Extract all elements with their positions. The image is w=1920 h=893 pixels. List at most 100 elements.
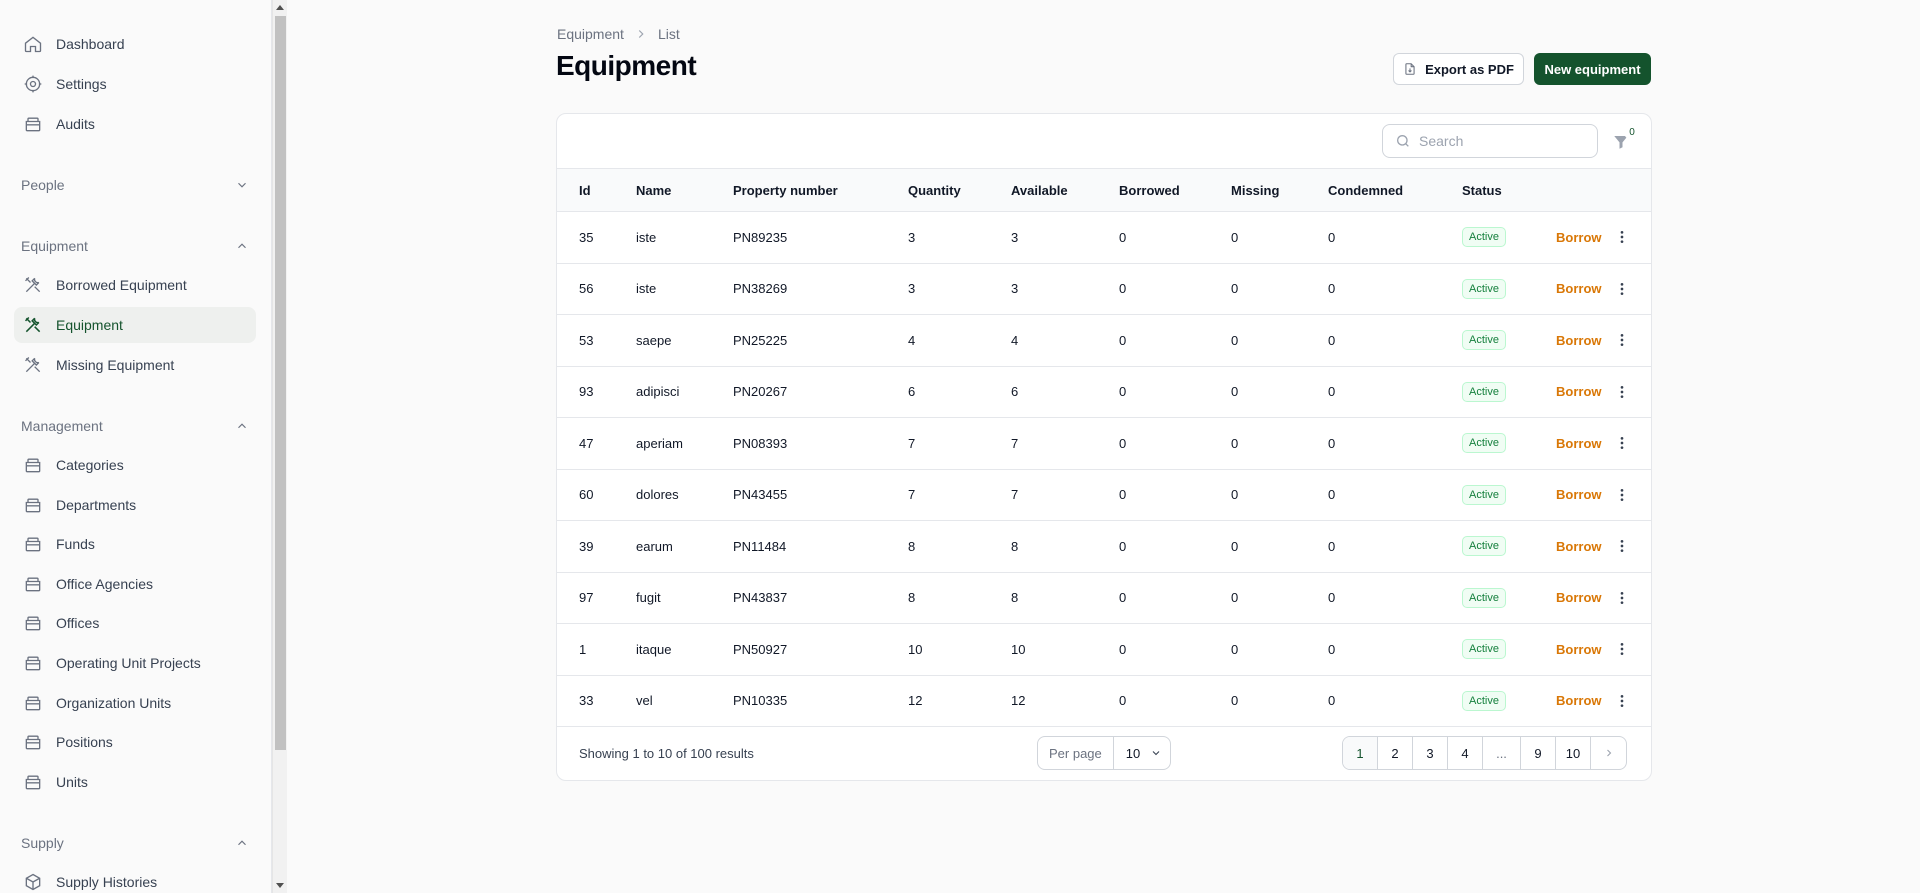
box-icon: [22, 771, 44, 793]
more-options-icon[interactable]: [1614, 281, 1630, 297]
sidebar-item-categories[interactable]: Categories: [14, 447, 256, 483]
sidebar-item-borrowed-equipment[interactable]: Borrowed Equipment: [14, 267, 256, 303]
filter-button[interactable]: 0: [1610, 124, 1640, 158]
borrow-button[interactable]: Borrow: [1556, 590, 1602, 605]
sidebar-item-label: Units: [56, 774, 88, 790]
row-actions: Borrow: [1556, 332, 1651, 348]
borrow-button[interactable]: Borrow: [1556, 539, 1602, 554]
cell-property-number: PN10335: [733, 675, 908, 727]
sidebar-item-offices[interactable]: Offices: [14, 605, 256, 641]
column-header-name[interactable]: Name: [636, 168, 733, 212]
more-options-icon[interactable]: [1614, 332, 1630, 348]
sidebar-group-people[interactable]: People: [21, 173, 249, 197]
more-options-icon[interactable]: [1614, 435, 1630, 451]
column-header-id[interactable]: Id: [557, 168, 636, 212]
table-row[interactable]: 53 saepe PN25225 4 4 0 0 0 Active Borrow: [557, 314, 1651, 367]
sidebar-item-supply-histories[interactable]: Supply Histories: [14, 864, 256, 893]
table-row[interactable]: 47 aperiam PN08393 7 7 0 0 0 Active Borrow: [557, 417, 1651, 470]
status-badge: Active: [1462, 639, 1506, 660]
column-header-missing[interactable]: Missing: [1231, 168, 1328, 212]
more-options-icon[interactable]: [1614, 487, 1630, 503]
table-footer: Showing 1 to 10 of 100 results Per page …: [557, 727, 1651, 781]
tools-icon: [22, 314, 44, 336]
per-page-dropdown[interactable]: 10: [1114, 737, 1162, 769]
more-options-icon[interactable]: [1614, 641, 1630, 657]
cell-missing: 0: [1231, 314, 1328, 367]
page-button-2[interactable]: 2: [1378, 737, 1413, 769]
sidebar-item-missing-equipment[interactable]: Missing Equipment: [14, 347, 256, 383]
cell-missing: 0: [1231, 675, 1328, 727]
cell-name: vel: [636, 675, 733, 727]
table-row[interactable]: 33 vel PN10335 12 12 0 0 0 Active Borrow: [557, 675, 1651, 727]
sidebar-item-office-agencies[interactable]: Office Agencies: [14, 566, 256, 602]
export-pdf-button[interactable]: Export as PDF: [1393, 53, 1524, 85]
sidebar-item-units[interactable]: Units: [14, 764, 256, 800]
sidebar-item-positions[interactable]: Positions: [14, 724, 256, 760]
per-page-select[interactable]: Per page 10: [1037, 736, 1171, 770]
scrollbar-thumb[interactable]: [275, 16, 286, 750]
column-header-available[interactable]: Available: [1011, 168, 1119, 212]
borrow-button[interactable]: Borrow: [1556, 281, 1602, 296]
page-button-9[interactable]: 9: [1521, 737, 1556, 769]
borrow-button[interactable]: Borrow: [1556, 487, 1602, 502]
row-actions: Borrow: [1556, 435, 1651, 451]
sidebar-item-audits[interactable]: Audits: [14, 106, 256, 142]
table-row[interactable]: 39 earum PN11484 8 8 0 0 0 Active Borrow: [557, 520, 1651, 573]
scroll-up-arrow-icon[interactable]: [276, 5, 284, 10]
sidebar-item-funds[interactable]: Funds: [14, 526, 256, 562]
search-box[interactable]: [1382, 124, 1598, 158]
cell-id: 93: [557, 366, 636, 418]
table-row[interactable]: 1 itaque PN50927 10 10 0 0 0 Active Borrow: [557, 623, 1651, 676]
borrow-button[interactable]: Borrow: [1556, 333, 1602, 348]
sidebar-item-label: Offices: [56, 615, 100, 631]
borrow-button[interactable]: Borrow: [1556, 230, 1602, 245]
per-page-value: 10: [1125, 745, 1141, 761]
sidebar-group-equipment[interactable]: Equipment: [21, 234, 249, 258]
column-header-condemned[interactable]: Condemned: [1328, 168, 1462, 212]
more-options-icon[interactable]: [1614, 384, 1630, 400]
more-options-icon[interactable]: [1614, 538, 1630, 554]
sidebar-item-organization-units[interactable]: Organization Units: [14, 685, 256, 721]
sidebar-item-operating-unit-projects[interactable]: Operating Unit Projects: [14, 645, 256, 681]
table-row[interactable]: 93 adipisci PN20267 6 6 0 0 0 Active Borrow: [557, 366, 1651, 418]
sidebar-scrollbar[interactable]: [272, 0, 287, 893]
cell-name: iste: [636, 263, 733, 315]
column-header-status[interactable]: Status: [1462, 168, 1556, 212]
table-row[interactable]: 60 dolores PN43455 7 7 0 0 0 Active Borrow: [557, 469, 1651, 521]
page-button-3[interactable]: 3: [1413, 737, 1448, 769]
sidebar-item-equipment[interactable]: Equipment: [14, 307, 256, 343]
column-header-quantity[interactable]: Quantity: [908, 168, 1011, 212]
cell-borrowed: 0: [1119, 417, 1231, 470]
search-icon: [1397, 135, 1409, 147]
breadcrumb-link-equipment[interactable]: Equipment: [557, 26, 624, 42]
sidebar-item-departments[interactable]: Departments: [14, 487, 256, 523]
page-button-1[interactable]: 1: [1343, 737, 1378, 769]
cell-borrowed: 0: [1119, 623, 1231, 676]
sidebar-group-management[interactable]: Management: [21, 414, 249, 438]
column-header-borrowed[interactable]: Borrowed: [1119, 168, 1231, 212]
page-button-10[interactable]: 10: [1556, 737, 1591, 769]
new-equipment-button[interactable]: New equipment: [1534, 53, 1651, 85]
borrow-button[interactable]: Borrow: [1556, 384, 1602, 399]
cell-name: fugit: [636, 572, 733, 624]
sidebar-item-dashboard[interactable]: Dashboard: [14, 26, 256, 62]
scroll-down-arrow-icon[interactable]: [276, 883, 284, 888]
table-row[interactable]: 35 iste PN89235 3 3 0 0 0 Active Borrow: [557, 211, 1651, 264]
more-options-icon[interactable]: [1614, 693, 1630, 709]
search-input[interactable]: [1419, 133, 1589, 149]
sidebar-item-settings[interactable]: Settings: [14, 66, 256, 102]
borrow-button[interactable]: Borrow: [1556, 436, 1602, 451]
sidebar-group-supply[interactable]: Supply: [21, 831, 249, 855]
borrow-button[interactable]: Borrow: [1556, 642, 1602, 657]
chevron-up-icon: [238, 243, 246, 249]
box-icon: [22, 652, 44, 674]
table-row[interactable]: 97 fugit PN43837 8 8 0 0 0 Active Borrow: [557, 572, 1651, 624]
more-options-icon[interactable]: [1614, 590, 1630, 606]
borrow-button[interactable]: Borrow: [1556, 693, 1602, 708]
column-header-property-number[interactable]: Property number: [733, 168, 908, 212]
table-row[interactable]: 56 iste PN38269 3 3 0 0 0 Active Borrow: [557, 263, 1651, 315]
next-page-button[interactable]: [1591, 737, 1626, 769]
box-icon: [22, 692, 44, 714]
page-button-4[interactable]: 4: [1448, 737, 1483, 769]
more-options-icon[interactable]: [1614, 229, 1630, 245]
